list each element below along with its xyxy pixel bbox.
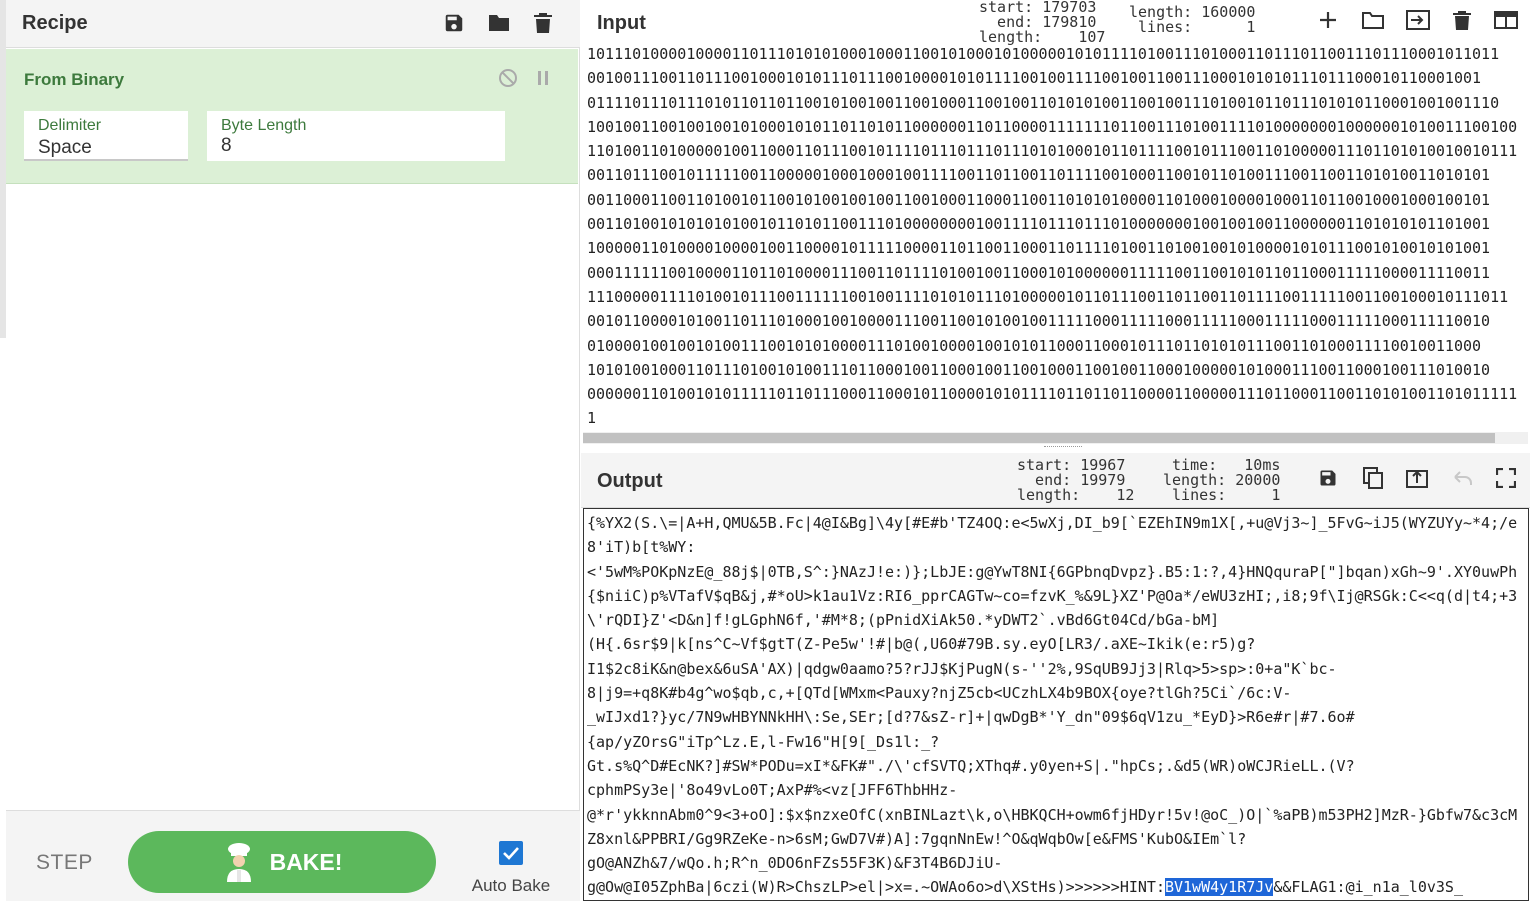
auto-bake-checkbox[interactable] bbox=[499, 841, 523, 865]
input-line: 0100001001001010011100101010000111010010… bbox=[587, 336, 1482, 355]
input-horizontal-scrollbar[interactable] bbox=[583, 432, 1528, 444]
input-line: 0111101110111010110110110010100100110010… bbox=[587, 93, 1500, 112]
undo-icon[interactable] bbox=[1447, 463, 1477, 493]
import-icon[interactable] bbox=[1403, 5, 1433, 35]
input-line: 1000001101000010000100110000101111100001… bbox=[587, 239, 1491, 258]
operation-title: From Binary bbox=[24, 70, 125, 89]
plus-icon[interactable] bbox=[1313, 5, 1343, 35]
input-line: 1010100100011011101001010011101100010011… bbox=[587, 360, 1491, 379]
delimiter-label: Delimiter bbox=[38, 117, 102, 134]
input-total-stats: length: 160000 lines: 1 bbox=[1129, 3, 1256, 36]
input-line: 1001001100100100101000101011011010110000… bbox=[587, 117, 1518, 136]
output-title: Output bbox=[597, 470, 663, 492]
input-line: 0010011100110111001000101011101110010000… bbox=[587, 69, 1482, 88]
operation-from-binary[interactable]: From Binary Delimiter Space Byte Length … bbox=[6, 49, 578, 184]
checkmark-icon bbox=[503, 847, 519, 860]
byte-length-value: 8 bbox=[221, 135, 232, 156]
trash-icon[interactable] bbox=[528, 8, 558, 38]
input-line: 0001111110010000110110100001110011011110… bbox=[587, 263, 1491, 282]
save-icon[interactable] bbox=[439, 8, 469, 38]
trash-icon[interactable] bbox=[1447, 5, 1477, 35]
maximise-icon[interactable] bbox=[1491, 463, 1521, 493]
output-selection-stats: start: 19967 end: 19979 length: 12 bbox=[1017, 456, 1135, 504]
layout-icon[interactable] bbox=[1491, 5, 1521, 35]
scrollbar-thumb[interactable] bbox=[583, 433, 1495, 443]
bake-label: BAKE! bbox=[269, 848, 343, 875]
input-line: 1101001101000001001100011011100101111011… bbox=[587, 142, 1518, 161]
bake-button[interactable]: BAKE! bbox=[128, 831, 436, 893]
auto-bake-toggle[interactable]: Auto Bake bbox=[468, 841, 554, 896]
replace-input-icon[interactable] bbox=[1402, 463, 1432, 493]
output-total-stats: time: 10ms length: 20000 lines: 1 bbox=[1163, 456, 1281, 504]
output-selected-text[interactable]: BV1wW4y1R7Jv bbox=[1164, 878, 1274, 897]
io-divider-handle[interactable] bbox=[581, 445, 1530, 453]
output-content[interactable]: {%YX2(S.\=|A+H,QMU&5B.Fc|4@I&Bg]\4y[#E#b… bbox=[587, 511, 1522, 900]
output-text-before: {%YX2(S.\=|A+H,QMU&5B.Fc|4@I&Bg]\4y[#E#b… bbox=[587, 514, 1518, 897]
drag-grip[interactable] bbox=[1044, 446, 1082, 448]
input-line: 1 bbox=[587, 409, 597, 428]
delimiter-value: Space bbox=[38, 137, 92, 158]
folder-icon[interactable] bbox=[1358, 5, 1388, 35]
input-line: 0011000110011010010110010100100100110010… bbox=[587, 190, 1491, 209]
output-textarea[interactable]: {%YX2(S.\=|A+H,QMU&5B.Fc|4@I&Bg]\4y[#E#b… bbox=[583, 508, 1529, 901]
output-text-after: &&FLAG1:@i_n1a_l0v3S_ bbox=[1273, 878, 1463, 897]
input-line: 0011010010101010100101101011001110100000… bbox=[587, 215, 1491, 234]
auto-bake-label: Auto Bake bbox=[471, 876, 551, 895]
io-pane: Input start: 179703 end: 179810 length: … bbox=[581, 0, 1530, 901]
copy-icon[interactable] bbox=[1358, 463, 1388, 493]
delimiter-field[interactable]: Delimiter Space bbox=[24, 111, 188, 161]
input-textarea[interactable]: 1011101000010000110111010101000100011001… bbox=[587, 42, 1527, 430]
folder-icon[interactable] bbox=[484, 8, 514, 38]
recipe-title: Recipe bbox=[22, 12, 88, 34]
input-line: 1110000011110100101110011111100100111101… bbox=[587, 287, 1509, 306]
recipe-controls: STEP BAKE! Auto Bake bbox=[6, 810, 580, 901]
output-header: Output start: 19967 end: 19979 length: 1… bbox=[581, 453, 1530, 508]
input-line: 0000001101001010111110110111000110001011… bbox=[587, 385, 1518, 404]
input-line: 0011011100101111100110000010001000100111… bbox=[587, 166, 1491, 185]
chef-icon bbox=[226, 843, 251, 882]
byte-length-field[interactable]: Byte Length 8 bbox=[207, 111, 505, 161]
pause-icon[interactable] bbox=[532, 67, 554, 89]
input-title: Input bbox=[597, 12, 646, 34]
step-button[interactable]: STEP bbox=[36, 851, 93, 875]
recipe-pane: Recipe From Binary Delimiter Space Byte … bbox=[0, 0, 580, 901]
input-header: Input start: 179703 end: 179810 length: … bbox=[581, 0, 1530, 46]
input-selection-stats: start: 179703 end: 179810 length: 107 bbox=[979, 0, 1106, 46]
disable-icon[interactable] bbox=[497, 67, 519, 89]
input-line: 0010110000101001101110100010010000111001… bbox=[587, 312, 1491, 331]
input-line: 1011101000010000110111010101000100011001… bbox=[587, 45, 1500, 63]
save-icon[interactable] bbox=[1313, 463, 1343, 493]
recipe-header: Recipe bbox=[6, 0, 580, 48]
byte-length-label: Byte Length bbox=[221, 117, 307, 134]
